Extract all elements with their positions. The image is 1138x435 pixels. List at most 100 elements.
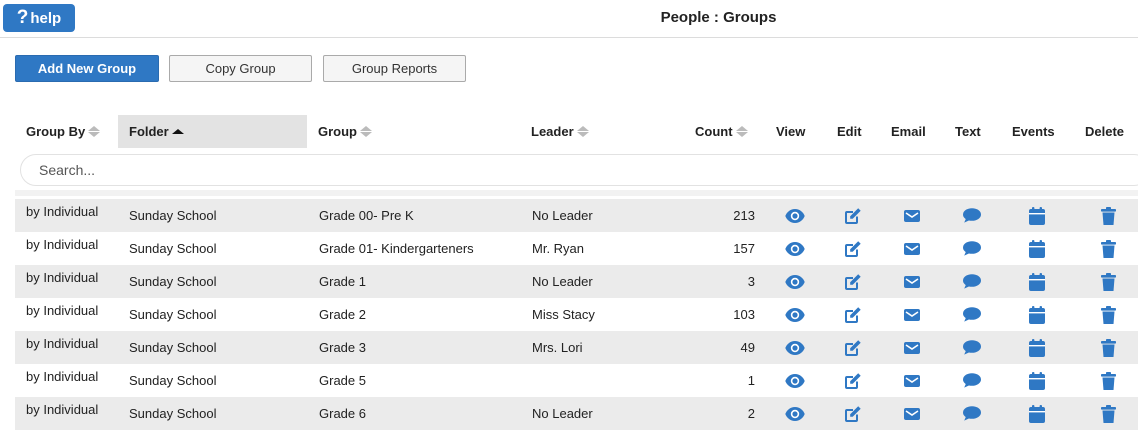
edit-icon[interactable] [841,298,865,331]
column-header-label: Leader [531,124,574,139]
trash-icon[interactable] [1096,199,1120,232]
calendar-icon[interactable] [1025,364,1049,397]
comment-icon[interactable] [960,232,984,265]
cell-group[interactable]: Grade 01- Kindergarteners [319,232,474,265]
envelope-icon[interactable] [900,364,924,397]
eye-icon[interactable] [783,298,807,331]
column-header-folder[interactable]: Folder [118,115,307,148]
edit-icon[interactable] [841,331,865,364]
table-row[interactable]: by Individual Sunday School Grade 6 No Lead… [15,397,1138,430]
top-bar: ? help People : Groups [0,0,1138,38]
column-header-count[interactable]: Count [695,115,748,148]
table-header: Group By Folder Group Leader Count View … [15,115,1138,148]
add-new-group-button[interactable]: Add New Group [15,55,159,82]
eye-icon[interactable] [783,364,807,397]
edit-icon[interactable] [841,364,865,397]
table-row[interactable]: by Individual Sunday School Grade 01- Kind… [15,232,1138,265]
cell-group-by: by Individual [26,303,99,318]
calendar-icon[interactable] [1025,397,1049,430]
cell-count: 49 [740,340,755,355]
column-header-leader[interactable]: Leader [531,115,589,148]
cell-group[interactable]: Grade 1 [319,265,366,298]
column-header-edit: Edit [837,124,862,139]
cell-group-by: by Individual [26,402,99,417]
cell-group[interactable]: Grade 2 [319,298,366,331]
edit-icon[interactable] [841,232,865,265]
comment-icon[interactable] [960,397,984,430]
eye-icon[interactable] [783,232,807,265]
envelope-icon[interactable] [900,232,924,265]
table-row[interactable]: by Individual Sunday School Grade 1 No Lead… [15,265,1138,298]
eye-icon[interactable] [783,397,807,430]
cell-leader: Miss Stacy [532,307,595,322]
copy-group-button[interactable]: Copy Group [169,55,312,82]
help-button[interactable]: ? help [3,4,75,32]
trash-icon[interactable] [1096,232,1120,265]
cell-count: 1 [747,373,755,388]
table-row[interactable]: by Individual Sunday School Grade 3 Mrs. Lo… [15,331,1138,364]
cell-leader: No Leader [532,406,593,421]
sort-ascending-icon [171,128,184,135]
search-bar [20,154,1138,186]
edit-icon[interactable] [841,199,865,232]
table-row[interactable]: by Individual Sunday School Grade 2 Miss St… [15,298,1138,331]
cell-group-by: by Individual [26,369,99,384]
eye-icon[interactable] [783,331,807,364]
cell-group-by: by Individual [26,270,99,285]
comment-icon[interactable] [960,199,984,232]
comment-icon[interactable] [960,364,984,397]
cell-leader: No Leader [532,208,593,223]
cell-count: 2 [747,406,755,421]
help-label: help [30,9,62,27]
trash-icon[interactable] [1096,331,1120,364]
calendar-icon[interactable] [1025,232,1049,265]
column-header-label: Count [695,124,733,139]
divider [15,190,1138,196]
cell-group[interactable]: Grade 5 [319,364,366,397]
cell-group[interactable]: Grade 3 [319,331,366,364]
cell-leader: No Leader [532,274,593,289]
trash-icon[interactable] [1096,397,1120,430]
cell-group-by: by Individual [26,204,99,219]
cell-group-by: by Individual [26,336,99,351]
comment-icon[interactable] [960,298,984,331]
trash-icon[interactable] [1096,265,1120,298]
column-header-label: Folder [129,124,169,139]
cell-group[interactable]: Grade 6 [319,397,366,430]
column-header-group[interactable]: Group [318,115,372,148]
group-reports-button[interactable]: Group Reports [323,55,466,82]
calendar-icon[interactable] [1025,298,1049,331]
cell-folder: Sunday School [129,373,217,388]
question-icon: ? [16,7,29,28]
column-header-email: Email [891,124,926,139]
comment-icon[interactable] [960,265,984,298]
trash-icon[interactable] [1096,364,1120,397]
comment-icon[interactable] [960,331,984,364]
envelope-icon[interactable] [900,397,924,430]
sort-icon [360,126,372,137]
edit-icon[interactable] [841,397,865,430]
envelope-icon[interactable] [900,199,924,232]
search-input[interactable] [21,155,1138,185]
eye-icon[interactable] [783,265,807,298]
cell-count: 3 [747,274,755,289]
column-header-label: Group By [26,124,86,139]
calendar-icon[interactable] [1025,265,1049,298]
envelope-icon[interactable] [900,331,924,364]
cell-group[interactable]: Grade 00- Pre K [319,199,414,232]
cell-folder: Sunday School [129,340,217,355]
trash-icon[interactable] [1096,298,1120,331]
group-table: by Individual Sunday School Grade 00- Pre … [15,199,1138,430]
envelope-icon[interactable] [900,298,924,331]
table-row[interactable]: by Individual Sunday School Grade 00- Pre … [15,199,1138,232]
table-row[interactable]: by Individual Sunday School Grade 5 1 [15,364,1138,397]
calendar-icon[interactable] [1025,199,1049,232]
column-header-group-by[interactable]: Group By [26,115,101,148]
page-title: People : Groups [660,9,777,26]
envelope-icon[interactable] [900,265,924,298]
cell-folder: Sunday School [129,307,217,322]
eye-icon[interactable] [783,199,807,232]
edit-icon[interactable] [841,265,865,298]
calendar-icon[interactable] [1025,331,1049,364]
cell-count: 103 [733,307,755,322]
